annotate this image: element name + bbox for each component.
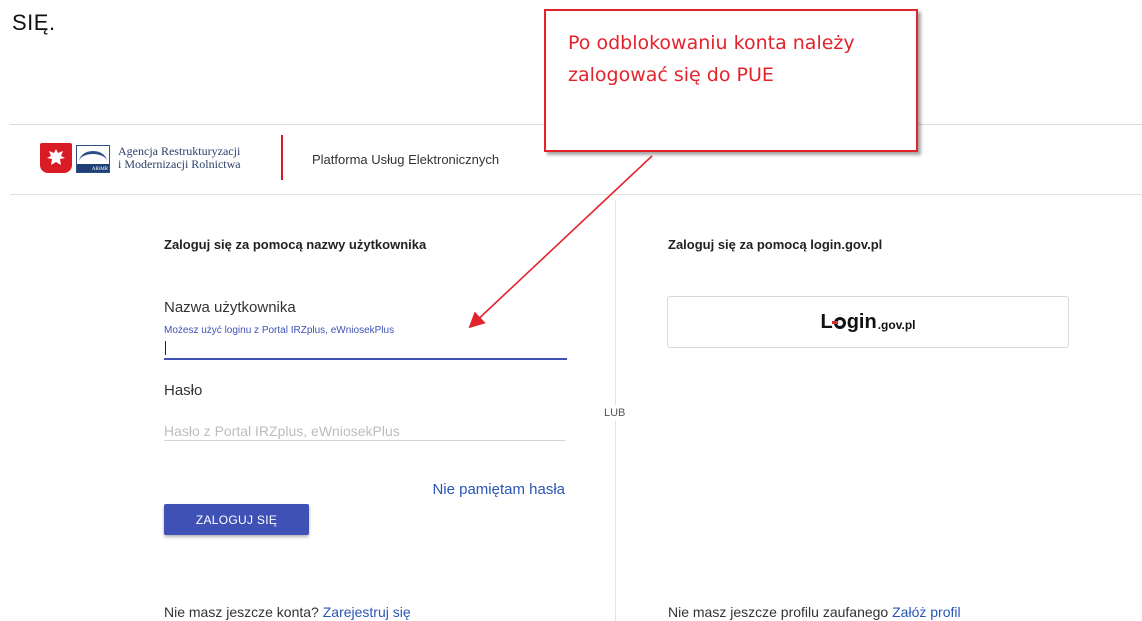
username-login-heading: Zaloguj się za pomocą nazwy użytkownika — [164, 237, 427, 252]
login-gov-o-icon — [831, 316, 846, 329]
text-caret — [165, 341, 166, 355]
polish-eagle-logo-icon — [40, 143, 72, 173]
annotation-text: Po odblokowaniu konta należy zalogować s… — [568, 32, 855, 86]
login-gov-logo: Lgin — [821, 311, 877, 334]
username-input[interactable] — [164, 338, 567, 360]
create-trusted-profile-link[interactable]: Załóż profil — [892, 604, 960, 620]
trusted-profile-text: Nie masz jeszcze profilu zaufanego — [668, 604, 889, 620]
username-hint: Możesz użyć loginu z Portal IRZplus, eWn… — [164, 325, 395, 336]
agency-name: Agencja Restrukturyzacji i Modernizacji … — [118, 145, 278, 171]
document-heading-fragment: SIĘ. — [12, 10, 56, 35]
agency-name-line2: i Modernizacji Rolnictwa — [118, 157, 241, 171]
login-button[interactable]: ZALOGUJ SIĘ — [164, 504, 309, 535]
header-divider — [281, 135, 283, 180]
register-prompt: Nie masz jeszcze konta? Zarejestruj się — [164, 604, 411, 620]
arimr-logo-icon: ARiMR — [76, 145, 110, 173]
annotation-callout: Po odblokowaniu konta należy zalogować s… — [544, 9, 918, 152]
password-input[interactable] — [164, 422, 565, 441]
login-gov-text-right: gin — [846, 310, 877, 333]
header-rule — [10, 194, 1142, 195]
register-prompt-text: Nie masz jeszcze konta? — [164, 604, 319, 620]
gov-login-heading: Zaloguj się za pomocą login.gov.pl — [668, 237, 883, 252]
trusted-profile-prompt: Nie masz jeszcze profilu zaufanego Załóż… — [668, 604, 961, 620]
login-gov-suffix: .gov.pl — [877, 318, 916, 332]
forgot-password-link[interactable]: Nie pamiętam hasła — [432, 481, 565, 498]
platform-name: Platforma Usług Elektronicznych — [312, 152, 500, 167]
or-separator-label: LUB — [602, 405, 628, 421]
password-label: Hasło — [164, 382, 203, 399]
login-gov-pl-button[interactable]: Lgin .gov.pl — [667, 296, 1069, 348]
username-label: Nazwa użytkownika — [164, 299, 296, 316]
arimr-logo-text: ARiMR — [91, 167, 108, 172]
register-link[interactable]: Zarejestruj się — [323, 604, 411, 620]
